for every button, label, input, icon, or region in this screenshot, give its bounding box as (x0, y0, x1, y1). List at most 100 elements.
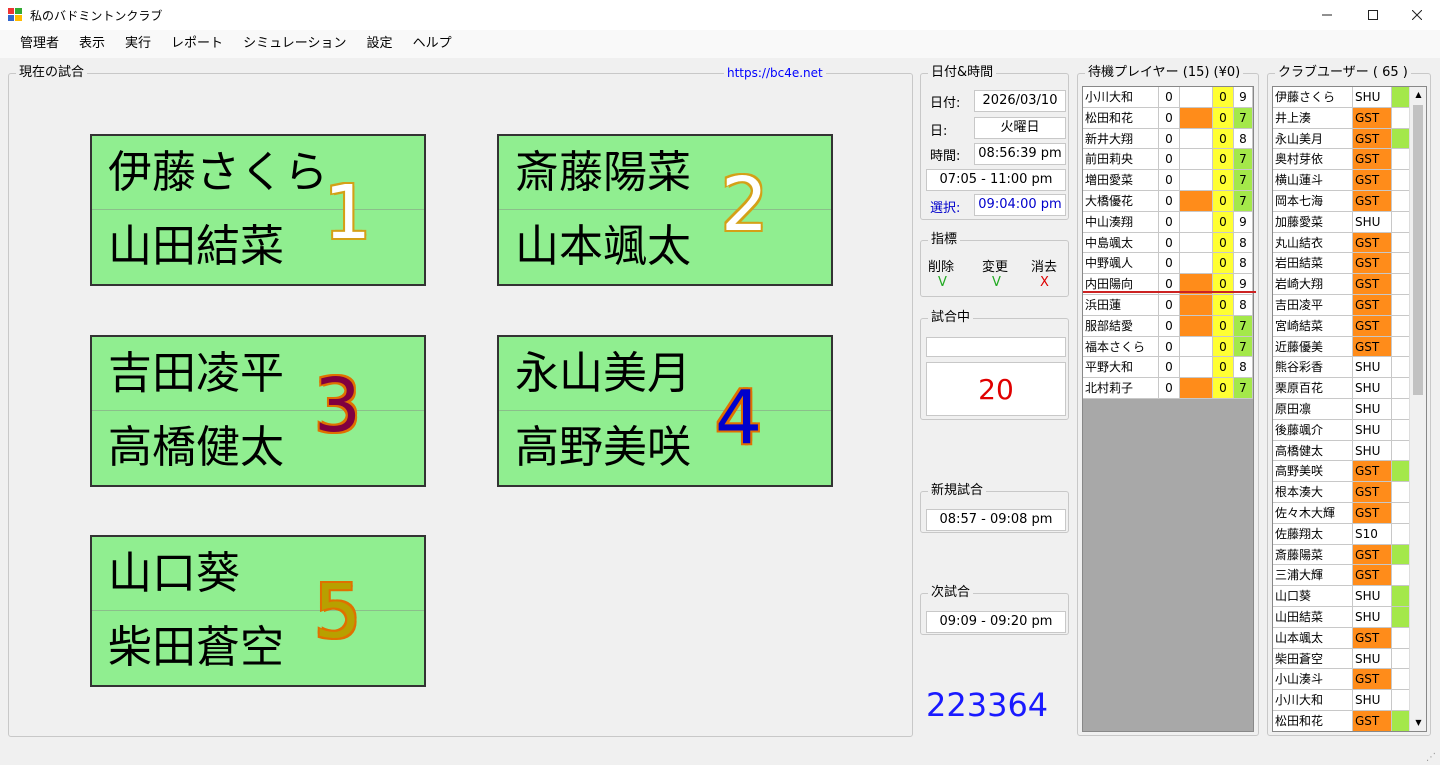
menu-settings[interactable]: 設定 (357, 30, 403, 58)
scroll-down-icon[interactable]: ▼ (1411, 715, 1426, 731)
club-user-row[interactable]: 後藤颯介 SHU (1273, 419, 1411, 441)
time-value: 08:56:39 pm (974, 143, 1066, 165)
scroll-up-icon[interactable]: ▲ (1411, 87, 1426, 103)
club-user-row[interactable]: 三浦大輝 GST (1273, 565, 1411, 587)
club-user-row[interactable]: 岡本七海 GST (1273, 190, 1411, 212)
resize-grip-icon[interactable]: ⋰ (1426, 752, 1436, 763)
waiting-player-row[interactable]: 大橋優花 0 0 7 (1083, 190, 1253, 212)
waiting-player-row[interactable]: 福本さくら 0 0 7 (1083, 336, 1253, 358)
waiting-player-row[interactable]: 中山湊翔 0 0 9 (1083, 211, 1253, 233)
level-cell: 8 (1234, 232, 1253, 253)
user-name: 近藤優美 (1273, 336, 1353, 357)
club-user-row[interactable]: 永山美月 GST (1273, 128, 1411, 150)
waiting-player-row[interactable]: 増田愛菜 0 0 7 (1083, 170, 1253, 191)
club-user-row[interactable]: 山本颯太 GST (1273, 627, 1411, 649)
waiting-player-row[interactable]: 中島颯太 0 0 8 (1083, 232, 1253, 254)
menu-simulation[interactable]: シミュレーション (233, 30, 356, 58)
club-users-scrollbar[interactable]: ▲ ▼ (1409, 87, 1426, 731)
club-user-row[interactable]: 根本湊大 GST (1273, 482, 1411, 503)
club-user-row[interactable]: 井上湊 GST (1273, 107, 1411, 129)
club-user-row[interactable]: 加藤愛菜 SHU (1273, 211, 1411, 233)
waiting-players-grid[interactable]: 小川大和 0 0 9 松田和花 0 0 7 新井大翔 0 0 8 前田莉央 0 0 7 増田愛菜 0 0 7 大橋優花 0… (1082, 86, 1254, 732)
user-type: GST (1353, 128, 1392, 149)
user-name: 栗原百花 (1273, 378, 1353, 398)
menu-help[interactable]: ヘルプ (403, 30, 462, 58)
count-c: 0 (1213, 378, 1234, 398)
club-user-row[interactable]: 宮崎結菜 GST (1273, 315, 1411, 337)
time-label: 時間: (930, 149, 961, 164)
waiting-player-row[interactable]: 小川大和 0 0 9 (1083, 87, 1253, 108)
waiting-player-row[interactable]: 新井大翔 0 0 8 (1083, 128, 1253, 150)
club-user-row[interactable]: 高野美咲 GST (1273, 461, 1411, 483)
waiting-player-row[interactable]: 浜田蓮 0 0 8 (1083, 294, 1253, 316)
status-cell (1180, 232, 1213, 253)
club-user-row[interactable]: 吉田凌平 GST (1273, 294, 1411, 316)
club-user-row[interactable]: 山田結菜 SHU (1273, 606, 1411, 628)
player-name: 松田和花 (1083, 107, 1159, 128)
select-time[interactable]: 09:04:00 pm (974, 194, 1066, 216)
waiting-player-row[interactable]: 北村莉子 0 0 7 (1083, 378, 1253, 399)
count-c: 0 (1213, 232, 1234, 253)
club-user-row[interactable]: 松田和花 GST (1273, 710, 1411, 731)
court-1[interactable]: 伊藤さくら 山田結菜 1 (90, 134, 426, 286)
status-cell (1180, 378, 1213, 398)
user-name: 斎藤陽菜 (1273, 544, 1353, 565)
close-icon[interactable] (1394, 0, 1440, 30)
level-cell: 8 (1234, 128, 1253, 149)
maximize-icon[interactable] (1350, 0, 1396, 30)
club-user-row[interactable]: 近藤優美 GST (1273, 336, 1411, 358)
club-user-row[interactable]: 岩崎大翔 GST (1273, 274, 1411, 295)
scroll-thumb[interactable] (1413, 105, 1423, 395)
waiting-player-row[interactable]: 中野颯人 0 0 8 (1083, 253, 1253, 275)
club-user-row[interactable]: 伊藤さくら SHU (1273, 87, 1411, 108)
club-user-row[interactable]: 熊谷彩香 SHU (1273, 357, 1411, 379)
playing-input[interactable] (926, 337, 1066, 357)
waiting-player-row[interactable]: 平野大和 0 0 8 (1083, 357, 1253, 379)
count-a: 0 (1159, 170, 1180, 190)
court-4[interactable]: 永山美月 高野美咲 4 (497, 335, 833, 487)
menu-report[interactable]: レポート (161, 30, 233, 58)
club-user-row[interactable]: 山口葵 SHU (1273, 586, 1411, 607)
menu-view[interactable]: 表示 (69, 30, 115, 58)
club-user-row[interactable]: 佐々木大輝 GST (1273, 502, 1411, 524)
club-user-row[interactable]: 岩田結菜 GST (1273, 253, 1411, 275)
club-user-row[interactable]: 横山蓮斗 GST (1273, 170, 1411, 191)
club-user-row[interactable]: 小川大和 SHU (1273, 690, 1411, 711)
club-user-row[interactable]: 栗原百花 SHU (1273, 378, 1411, 399)
court-5[interactable]: 山口葵 柴田蒼空 5 (90, 535, 426, 687)
court-3[interactable]: 吉田凌平 高橋健太 3 (90, 335, 426, 487)
status-cell (1180, 211, 1213, 232)
waiting-player-row[interactable]: 松田和花 0 0 7 (1083, 107, 1253, 129)
user-type: GST (1353, 253, 1392, 274)
menu-run[interactable]: 実行 (115, 30, 161, 58)
club-user-row[interactable]: 斎藤陽菜 GST (1273, 544, 1411, 566)
player-name: 増田愛菜 (1083, 170, 1159, 190)
club-user-row[interactable]: 佐藤翔太 S10 (1273, 523, 1411, 545)
count-c: 0 (1213, 128, 1234, 149)
user-type: S10 (1353, 523, 1392, 544)
level-cell: 7 (1234, 107, 1253, 128)
level-cell: 7 (1234, 149, 1253, 170)
waiting-player-row[interactable]: 服部結愛 0 0 7 (1083, 315, 1253, 337)
level-cell: 8 (1234, 357, 1253, 378)
count-a: 0 (1159, 87, 1180, 107)
club-users-grid[interactable]: 伊藤さくら SHU 井上湊 GST 永山美月 GST 奥村芽依 GST 横山蓮斗 GST 岡本七海 G… (1272, 86, 1427, 732)
status-cell (1180, 294, 1213, 315)
club-user-row[interactable]: 高橋健太 SHU (1273, 440, 1411, 462)
club-user-row[interactable]: 柴田蒼空 SHU (1273, 648, 1411, 670)
minimize-icon[interactable] (1304, 0, 1350, 30)
waiting-player-row[interactable]: 前田莉央 0 0 7 (1083, 149, 1253, 171)
club-user-row[interactable]: 丸山結衣 GST (1273, 232, 1411, 254)
club-user-row[interactable]: 小山湊斗 GST (1273, 669, 1411, 691)
user-name: 小山湊斗 (1273, 669, 1353, 690)
menu-admin[interactable]: 管理者 (10, 30, 69, 58)
club-user-row[interactable]: 原田凛 SHU (1273, 398, 1411, 420)
next-match-title: 次試合 (928, 585, 974, 601)
club-user-row[interactable]: 奥村芽依 GST (1273, 149, 1411, 171)
court-2[interactable]: 斎藤陽菜 山本颯太 2 (497, 134, 833, 286)
website-link[interactable]: https://bc4e.net (724, 66, 826, 80)
count-c: 0 (1213, 149, 1234, 170)
waiting-players-panel: 待機プレイヤー (15) (¥0) 小川大和 0 0 9 松田和花 0 0 7 新井大翔 0 0 8 前… (1077, 65, 1259, 736)
count-a: 0 (1159, 128, 1180, 149)
level-cell: 9 (1234, 211, 1253, 232)
